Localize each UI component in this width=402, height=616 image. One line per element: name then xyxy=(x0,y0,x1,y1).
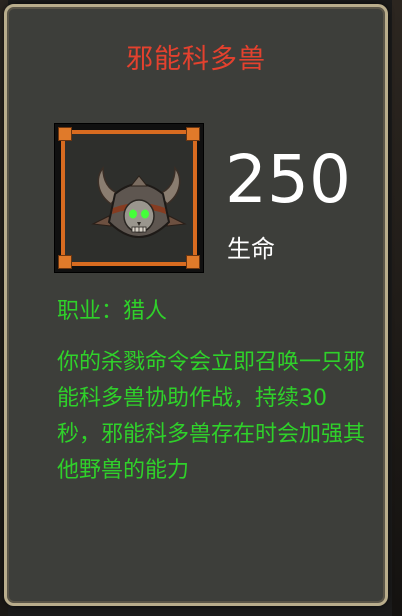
background-right xyxy=(392,0,402,616)
ability-description: 你的杀戮命令会立即召唤一只邪能科多兽协助作战，持续30秒，邪能科多兽存在时会加强… xyxy=(57,350,366,483)
health-label: 生命 xyxy=(227,235,275,263)
card-title: 邪能科多兽 xyxy=(126,44,266,75)
frame-corner xyxy=(186,127,200,141)
class-value: 猎人 xyxy=(123,299,168,324)
portrait-frame xyxy=(54,123,204,273)
class-line: 职业：猎人 xyxy=(57,293,167,325)
frame-corner xyxy=(58,127,72,141)
frame-corner xyxy=(186,255,200,269)
demonic-helm-icon xyxy=(89,164,189,254)
frame-corner xyxy=(58,255,72,269)
health-value: 250 xyxy=(225,141,351,218)
class-label: 职业： xyxy=(57,299,124,324)
portrait-border xyxy=(61,130,197,266)
tooltip-card: 邪能科多兽 250 生命 职业：猎人 你的杀戮命令会立即召唤一只邪能科多兽协助作… xyxy=(4,4,388,606)
